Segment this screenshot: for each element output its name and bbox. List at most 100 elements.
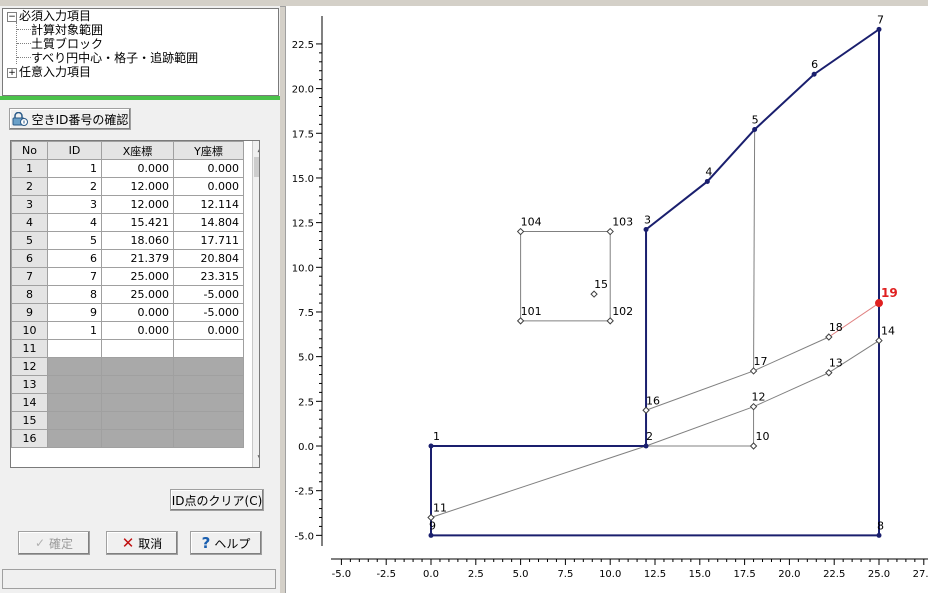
cell-id[interactable]: 5	[47, 231, 102, 250]
left-panel: − 必須入力項目 計算対象範囲 土質ブロック すべり円中心・格子・追跡範囲 + …	[0, 6, 280, 593]
collapse-icon[interactable]: −	[7, 12, 17, 22]
tree-item-optional[interactable]: 任意入力項目	[19, 65, 91, 79]
splitter-bar[interactable]	[0, 96, 280, 100]
table-row[interactable]: 14	[11, 393, 244, 412]
header-x[interactable]: X座標	[101, 141, 174, 160]
clear-id-button[interactable]: ID点のクリア(C)	[170, 489, 264, 511]
cell-x[interactable]	[101, 339, 174, 358]
cell-id[interactable]: 1	[47, 159, 102, 178]
ok-button[interactable]: ✓ 確定	[18, 531, 90, 555]
help-button[interactable]: ? ヘルプ	[190, 531, 262, 555]
cell-x[interactable]: 0.000	[101, 159, 174, 178]
table-row[interactable]: 1 1 0.000 0.000	[11, 159, 244, 178]
row-number: 14	[11, 393, 48, 412]
geometry-chart[interactable]: -5.0-2.50.02.55.07.510.012.515.017.520.0…	[286, 6, 928, 593]
table-row[interactable]: 3 3 12.000 12.114	[11, 195, 244, 214]
cell-x[interactable]: 18.060	[101, 231, 174, 250]
tree-line	[17, 29, 31, 30]
cell-id[interactable]: 2	[47, 177, 102, 196]
scroll-down-icon[interactable]: ▼	[253, 451, 259, 467]
plot-area[interactable]: -5.0 -2.5 0.0 2.5 5.0 7.5 10.0 12.5 15.0 17.5 20.0…	[285, 6, 928, 593]
table-row[interactable]: 10 1 0.000 0.000	[11, 321, 244, 340]
tree-item-range[interactable]: 計算対象範囲	[31, 23, 103, 37]
point-label: 4	[705, 165, 712, 178]
header-y[interactable]: Y座標	[173, 141, 244, 160]
cell-x[interactable]: 0.000	[101, 303, 174, 322]
outline-point	[811, 71, 817, 77]
cell-id[interactable]: 4	[47, 213, 102, 232]
table-row[interactable]: 5 5 18.060 17.711	[11, 231, 244, 250]
tree-line	[17, 57, 31, 58]
cell-x[interactable]: 0.000	[101, 321, 174, 340]
cell-id[interactable]	[47, 357, 102, 376]
cell-y[interactable]: 20.804	[173, 249, 244, 268]
cell-y[interactable]	[173, 429, 244, 448]
table-row[interactable]: 12	[11, 357, 244, 376]
cell-x[interactable]	[101, 375, 174, 394]
cell-y[interactable]: -5.000	[173, 285, 244, 304]
table-row[interactable]: 15	[11, 411, 244, 430]
cell-y[interactable]	[173, 411, 244, 430]
cell-id[interactable]: 1	[47, 321, 102, 340]
cell-x[interactable]	[101, 357, 174, 376]
row-number: 16	[11, 429, 48, 448]
cell-y[interactable]: 14.804	[173, 213, 244, 232]
expand-icon[interactable]: +	[7, 68, 17, 78]
input-tree: − 必須入力項目 計算対象範囲 土質ブロック すべり円中心・格子・追跡範囲 + …	[2, 8, 279, 96]
table-scrollbar[interactable]: ▲ ▼	[252, 141, 259, 467]
cell-x[interactable]: 15.421	[101, 213, 174, 232]
tree-item-soil-block[interactable]: 土質ブロック	[31, 37, 103, 51]
cell-y[interactable]	[173, 375, 244, 394]
table-row[interactable]: 8 8 25.000 -5.000	[11, 285, 244, 304]
cell-x[interactable]: 21.379	[101, 249, 174, 268]
cell-id[interactable]: 3	[47, 195, 102, 214]
table-row[interactable]: 9 9 0.000 -5.000	[11, 303, 244, 322]
cell-y[interactable]	[173, 357, 244, 376]
help-label: ヘルプ	[214, 536, 251, 551]
cell-id[interactable]	[47, 429, 102, 448]
table-row[interactable]: 13	[11, 375, 244, 394]
cell-y[interactable]: 23.315	[173, 267, 244, 286]
table-row[interactable]: 11	[11, 339, 244, 358]
cell-id[interactable]: 7	[47, 267, 102, 286]
cell-y[interactable]: 0.000	[173, 177, 244, 196]
table-row[interactable]: 16	[11, 429, 244, 448]
cell-x[interactable]: 25.000	[101, 285, 174, 304]
scroll-thumb[interactable]	[254, 157, 259, 177]
cell-y[interactable]: 0.000	[173, 159, 244, 178]
ok-label: 確定	[49, 536, 74, 551]
table-row[interactable]: 2 2 12.000 0.000	[11, 177, 244, 196]
cell-y[interactable]: -5.000	[173, 303, 244, 322]
cell-y[interactable]: 17.711	[173, 231, 244, 250]
cell-x[interactable]	[101, 429, 174, 448]
cell-id[interactable]: 6	[47, 249, 102, 268]
cell-id[interactable]	[47, 393, 102, 412]
cell-x[interactable]	[101, 411, 174, 430]
header-id[interactable]: ID	[47, 141, 102, 160]
cell-x[interactable]: 12.000	[101, 177, 174, 196]
cancel-button[interactable]: ✕ 取消	[106, 531, 178, 555]
cell-y[interactable]	[173, 393, 244, 412]
status-bar	[2, 569, 276, 589]
cell-y[interactable]: 12.114	[173, 195, 244, 214]
cell-y[interactable]	[173, 339, 244, 358]
tree-item-slip-circle[interactable]: すべり円中心・格子・追跡範囲	[31, 51, 198, 65]
check-id-button[interactable]: 空きID番号の確認	[9, 108, 131, 130]
cell-id[interactable]: 8	[47, 285, 102, 304]
cell-id[interactable]	[47, 375, 102, 394]
scroll-up-icon[interactable]: ▲	[253, 141, 259, 157]
table-row[interactable]: 7 7 25.000 23.315	[11, 267, 244, 286]
header-no[interactable]: No	[11, 141, 48, 160]
cell-x[interactable]: 12.000	[101, 195, 174, 214]
other-point	[606, 317, 614, 325]
table-row[interactable]: 4 4 15.421 14.804	[11, 213, 244, 232]
cell-y[interactable]: 0.000	[173, 321, 244, 340]
cell-id[interactable]: 9	[47, 303, 102, 322]
cell-x[interactable]: 25.000	[101, 267, 174, 286]
table-row[interactable]: 6 6 21.379 20.804	[11, 249, 244, 268]
point-label: 101	[521, 305, 542, 318]
tree-item-required[interactable]: 必須入力項目	[19, 9, 91, 23]
cell-id[interactable]	[47, 411, 102, 430]
cell-id[interactable]	[47, 339, 102, 358]
cell-x[interactable]	[101, 393, 174, 412]
